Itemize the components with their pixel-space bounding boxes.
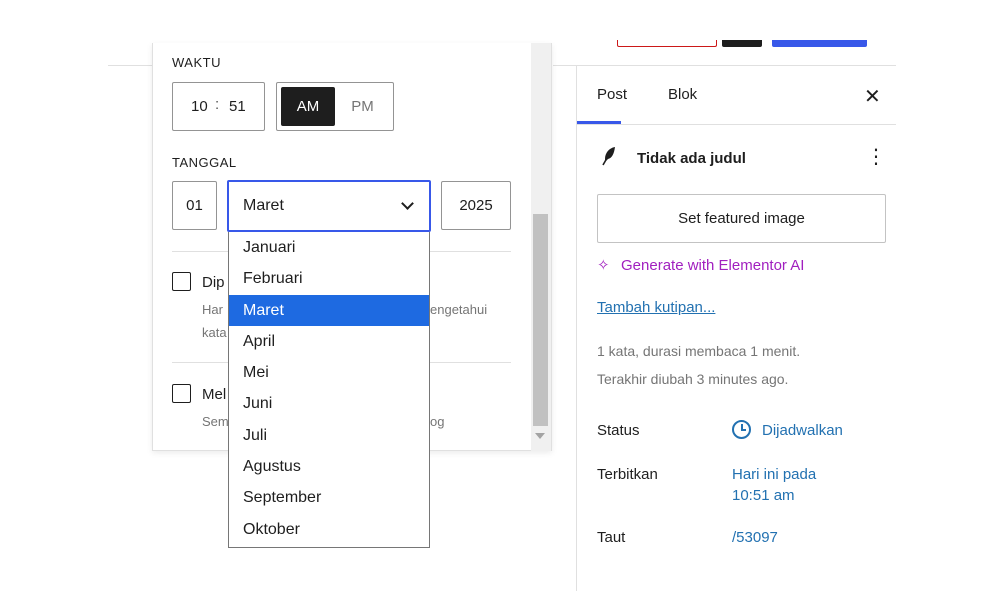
month-option[interactable]: Januari — [229, 232, 429, 263]
generate-elementor-ai-link[interactable]: Generate with Elementor AI — [621, 257, 804, 274]
word-count-text: 1 kata, durasi membaca 1 menit. — [597, 343, 801, 359]
pinned-checkbox-label: Dip — [202, 274, 225, 291]
scrollbar-thumb[interactable] — [533, 214, 548, 426]
clock-icon — [732, 420, 751, 439]
status-label: Status — [597, 422, 640, 439]
hour-input[interactable]: 10 — [191, 98, 208, 115]
tab-block[interactable]: Blok — [668, 86, 697, 103]
pinned-help-text: Har — [202, 302, 223, 317]
publish-date-button[interactable]: Hari ini pada — [732, 466, 816, 483]
pm-button[interactable]: PM — [336, 87, 389, 126]
month-option-selected[interactable]: Maret — [229, 294, 429, 326]
month-option[interactable]: April — [229, 326, 429, 357]
month-select[interactable]: Maret — [227, 180, 431, 232]
month-option[interactable]: Agustus — [229, 451, 429, 482]
pending-help-text-end: og — [430, 414, 445, 429]
month-option[interactable]: Juli — [229, 420, 429, 451]
time-label: WAKTU — [172, 55, 221, 70]
pinned-help-text-line2: kata — [202, 325, 227, 340]
month-option[interactable]: September — [229, 482, 429, 513]
add-excerpt-link[interactable]: Tambah kutipan... — [597, 299, 715, 316]
scroll-down-arrow-icon[interactable] — [535, 433, 545, 439]
pinned-checkbox[interactable] — [172, 272, 191, 291]
post-title: Tidak ada judul — [637, 150, 746, 167]
publish-time-text[interactable]: 10:51 am — [732, 487, 795, 504]
top-toolbar-button-red[interactable] — [617, 40, 717, 47]
minute-input[interactable]: 51 — [229, 98, 246, 115]
tab-post[interactable]: Post — [597, 86, 627, 103]
top-toolbar-button-dark[interactable] — [722, 40, 762, 47]
year-input[interactable]: 2025 — [441, 181, 511, 230]
time-separator: : — [215, 96, 220, 113]
editor-top-divider — [108, 65, 153, 66]
settings-sidebar — [576, 66, 896, 591]
feather-icon — [601, 146, 617, 172]
sparkle-icon: ✧ — [597, 257, 610, 274]
publish-label: Terbitkan — [597, 466, 658, 483]
kebab-menu-icon[interactable]: ⋮ — [866, 146, 886, 168]
pending-review-label: Mel — [202, 386, 227, 403]
month-dropdown-list: Januari Februari Maret April Mei Juni Ju… — [228, 232, 430, 548]
permalink-button[interactable]: /53097 — [732, 529, 778, 546]
month-select-value: Maret — [243, 197, 284, 214]
tabs-border — [577, 124, 896, 125]
month-option[interactable]: Mei — [229, 357, 429, 388]
pending-review-checkbox[interactable] — [172, 384, 191, 403]
month-option[interactable]: Oktober — [229, 514, 429, 545]
pending-help-text: Sem — [202, 414, 229, 429]
last-modified-text: Terakhir diubah 3 minutes ago. — [597, 371, 789, 387]
pinned-help-text-end: engetahui — [430, 302, 488, 317]
month-option[interactable]: Februari — [229, 263, 429, 294]
day-input[interactable]: 01 — [172, 181, 217, 230]
set-featured-image-button[interactable]: Set featured image — [597, 194, 886, 243]
am-button[interactable]: AM — [281, 87, 335, 126]
date-label: TANGGAL — [172, 155, 237, 170]
status-value-button[interactable]: Dijadwalkan — [762, 422, 843, 439]
month-option[interactable]: Juni — [229, 388, 429, 419]
close-icon[interactable]: ✕ — [864, 84, 881, 109]
link-label: Taut — [597, 529, 626, 546]
top-toolbar-button-primary[interactable] — [772, 40, 867, 47]
